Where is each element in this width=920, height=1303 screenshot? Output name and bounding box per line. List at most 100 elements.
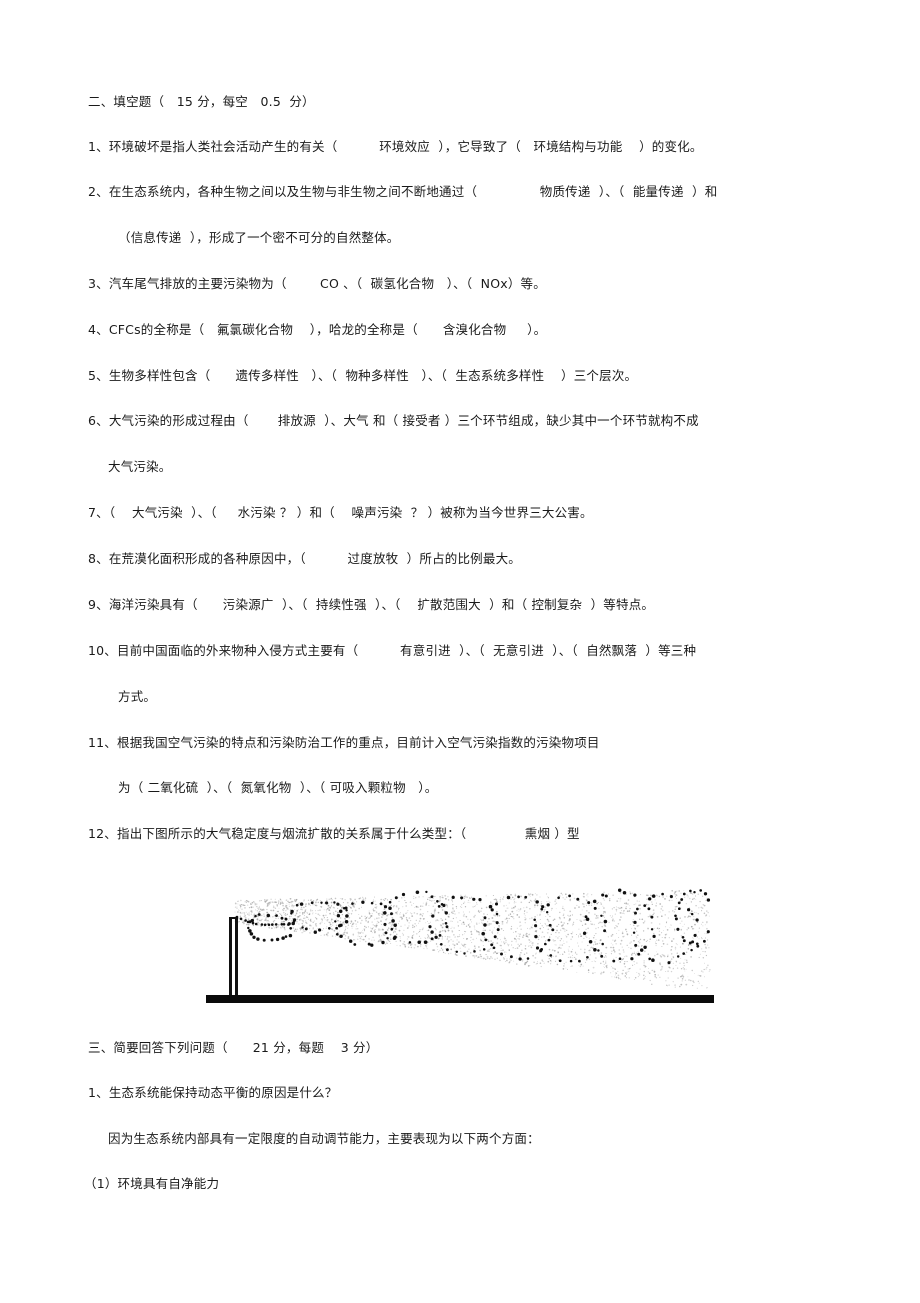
- haze-speck: [608, 899, 611, 902]
- haze-speck: [697, 974, 699, 976]
- haze-speck: [247, 923, 250, 926]
- haze-speck: [438, 931, 440, 933]
- haze-speck: [696, 987, 698, 989]
- haze-speck: [488, 948, 490, 951]
- haze-speck: [456, 939, 458, 941]
- plume-dot: [600, 954, 604, 958]
- haze-speck: [242, 921, 244, 923]
- plume-dot: [586, 955, 589, 959]
- haze-speck: [578, 964, 580, 966]
- haze-speck: [658, 927, 661, 930]
- haze-speck: [342, 934, 344, 936]
- haze-speck: [697, 893, 700, 895]
- haze-speck: [554, 903, 556, 905]
- haze-speck: [543, 962, 545, 964]
- haze-speck: [472, 906, 474, 908]
- haze-speck: [555, 908, 557, 910]
- haze-speck: [478, 933, 480, 936]
- haze-speck: [503, 942, 506, 945]
- haze-speck: [520, 924, 522, 927]
- haze-speck: [512, 947, 514, 949]
- haze-speck: [480, 907, 483, 910]
- haze-speck: [692, 984, 694, 987]
- plume-dot: [430, 930, 434, 934]
- haze-speck: [568, 946, 570, 948]
- haze-speck: [504, 951, 506, 953]
- haze-speck: [636, 900, 638, 902]
- haze-speck: [274, 901, 276, 903]
- haze-speck: [263, 915, 265, 917]
- haze-speck: [300, 908, 302, 910]
- haze-speck: [576, 953, 578, 955]
- haze-speck: [470, 930, 473, 933]
- haze-speck: [444, 918, 447, 920]
- haze-speck: [463, 897, 465, 899]
- haze-speck: [495, 911, 497, 913]
- haze-speck: [569, 915, 572, 917]
- plume-dot: [284, 917, 288, 921]
- haze-speck: [690, 944, 692, 947]
- haze-speck: [524, 910, 526, 912]
- haze-speck: [501, 923, 504, 925]
- haze-speck: [492, 920, 495, 923]
- haze-speck: [467, 899, 470, 902]
- haze-speck: [535, 953, 537, 955]
- haze-speck: [407, 936, 409, 938]
- haze-speck: [306, 922, 308, 924]
- haze-speck: [378, 934, 380, 936]
- haze-speck: [580, 948, 582, 951]
- haze-speck: [348, 922, 350, 924]
- haze-speck: [460, 906, 462, 908]
- haze-speck: [610, 972, 612, 974]
- haze-speck: [652, 913, 654, 916]
- haze-speck: [676, 944, 678, 946]
- plume-dot: [353, 943, 357, 946]
- haze-speck: [479, 949, 481, 952]
- haze-speck: [253, 913, 256, 916]
- haze-speck: [547, 960, 550, 963]
- haze-speck: [487, 921, 489, 923]
- haze-speck: [675, 964, 677, 966]
- plume-dot: [690, 948, 693, 952]
- haze-speck: [436, 919, 439, 921]
- haze-speck: [615, 976, 618, 979]
- haze-speck: [304, 910, 307, 913]
- haze-speck: [329, 922, 331, 924]
- haze-speck: [321, 921, 323, 923]
- haze-speck: [507, 920, 509, 922]
- haze-speck: [480, 939, 482, 942]
- haze-speck: [341, 913, 344, 916]
- haze-speck: [393, 904, 395, 907]
- plume-dot: [246, 920, 250, 924]
- haze-speck: [568, 915, 570, 917]
- haze-speck: [640, 894, 642, 896]
- haze-speck: [517, 943, 519, 945]
- haze-speck: [298, 919, 301, 921]
- haze-speck: [561, 927, 564, 930]
- plume-dot: [423, 940, 428, 944]
- haze-speck: [315, 904, 318, 907]
- plume-dot: [633, 920, 637, 925]
- haze-speck: [402, 906, 404, 908]
- haze-speck: [481, 922, 483, 924]
- haze-speck: [500, 897, 502, 899]
- haze-speck: [565, 961, 567, 963]
- haze-speck: [380, 940, 382, 942]
- haze-speck: [414, 944, 417, 946]
- plume-dot: [275, 937, 280, 942]
- haze-speck: [298, 902, 300, 904]
- haze-speck: [570, 950, 573, 953]
- haze-speck: [646, 894, 648, 897]
- plume-dot: [546, 903, 550, 907]
- haze-speck: [511, 944, 513, 946]
- chimney-right-wall: [235, 918, 238, 998]
- haze-speck: [548, 948, 551, 951]
- haze-speck: [589, 949, 591, 952]
- haze-speck: [419, 905, 422, 907]
- haze-speck: [376, 917, 378, 920]
- haze-speck: [492, 932, 494, 934]
- haze-speck: [474, 957, 476, 959]
- haze-speck: [405, 912, 407, 915]
- haze-speck: [310, 924, 312, 927]
- question-6-line-1: 6、大气污染的形成过程由（ 排放源 ）、大气 和（ 接受者 ）三个环节组成，缺少…: [88, 413, 699, 428]
